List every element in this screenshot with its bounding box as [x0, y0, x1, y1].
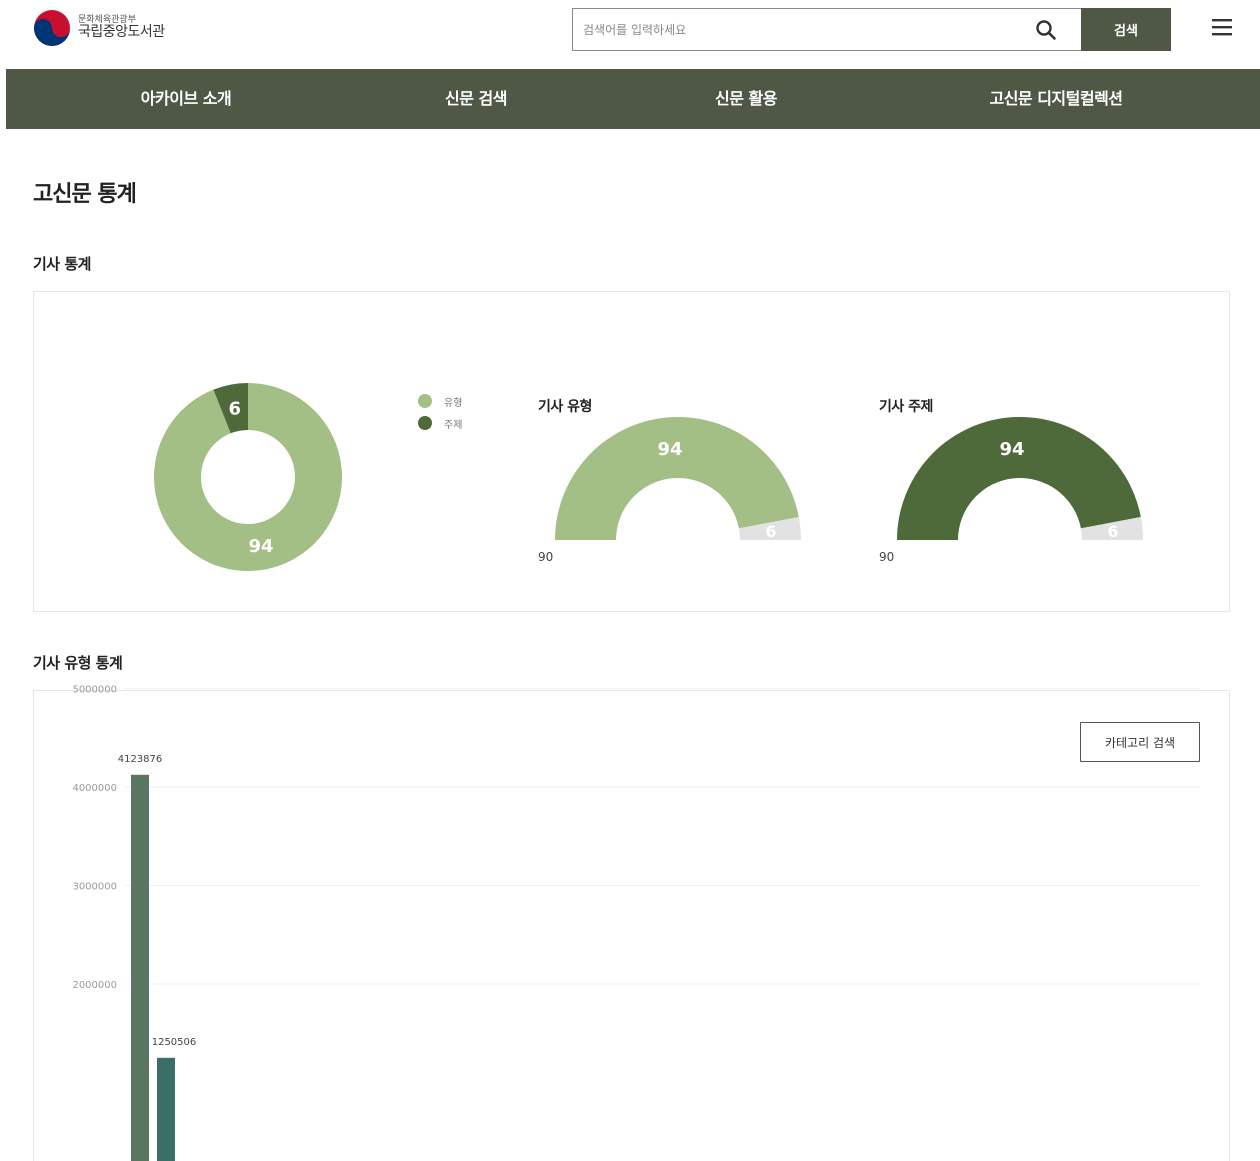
y-tick-label: 2000000 — [72, 980, 117, 991]
y-tick-label: 4000000 — [72, 783, 117, 794]
y-tick-label: 5000000 — [72, 685, 117, 696]
y-tick-label: 3000000 — [72, 882, 117, 893]
bar — [131, 774, 149, 1161]
bar — [157, 1057, 175, 1161]
type-stats-bar-chart: 5000000 4000000 3000000 2000000 4123876 12505… — [72, 685, 1200, 1161]
bar-value-label: 4123876 — [118, 754, 163, 765]
bar-value-label: 1250506 — [152, 1037, 197, 1048]
